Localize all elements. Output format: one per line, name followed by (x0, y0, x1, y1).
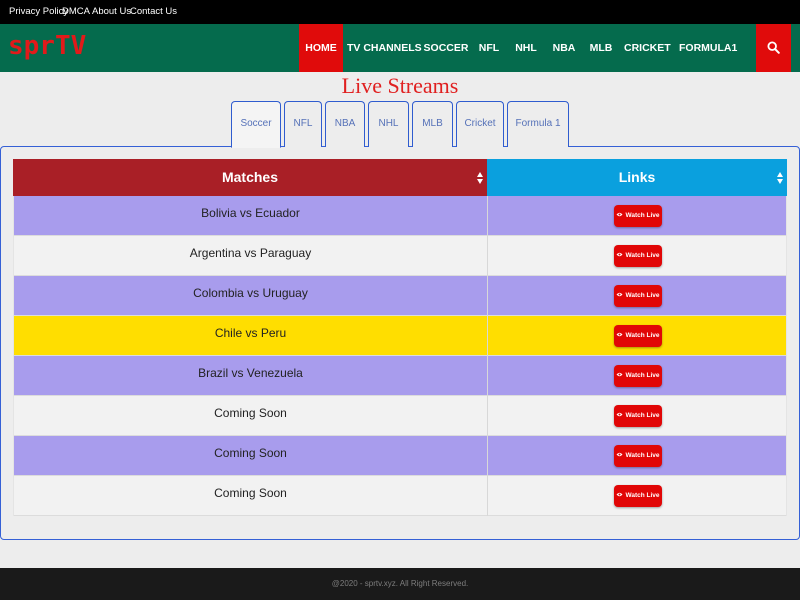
privacy-policy-link[interactable]: Privacy Policy (9, 0, 68, 24)
streams-table: Matches Links Bolivia vs Ecuador Watch Li… (13, 159, 787, 516)
link-cell: Watch Live (487, 276, 787, 316)
search-button[interactable] (756, 24, 791, 72)
tab-cricket[interactable]: Cricket (456, 101, 504, 147)
sort-icon (777, 172, 783, 184)
watch-live-label: Watch Live (625, 412, 660, 419)
nav-home[interactable]: HOME (299, 24, 343, 72)
tab-soccer[interactable]: Soccer (231, 101, 281, 148)
eye-icon (616, 293, 623, 297)
table-row: Coming Soon Watch Live (13, 476, 787, 516)
nav-mlb[interactable]: MLB (586, 24, 616, 72)
match-name: Brazil vs Venezuela (13, 356, 487, 396)
nav-cricket[interactable]: CRICKET (624, 24, 671, 72)
table-row: Coming Soon Watch Live (13, 436, 787, 476)
watch-live-button[interactable]: Watch Live (614, 405, 662, 427)
link-cell: Watch Live (487, 476, 787, 516)
nav-nba[interactable]: NBA (550, 24, 578, 72)
site-logo[interactable]: sprTV (8, 31, 86, 61)
link-cell: Watch Live (487, 436, 787, 476)
nav-nfl[interactable]: NFL (476, 24, 502, 72)
eye-icon (616, 373, 623, 377)
tab-nba[interactable]: NBA (325, 101, 365, 147)
match-name: Coming Soon (13, 396, 487, 436)
matches-header[interactable]: Matches (13, 159, 487, 196)
nav-tv-channels[interactable]: TV CHANNELS (347, 24, 422, 72)
eye-icon (616, 333, 623, 337)
tab-nfl[interactable]: NFL (284, 101, 322, 147)
table-row: Argentina vs Paraguay Watch Live (13, 236, 787, 276)
watch-live-button[interactable]: Watch Live (614, 325, 662, 347)
watch-live-label: Watch Live (625, 492, 660, 499)
table-body: Bolivia vs Ecuador Watch Live Argentina vs… (13, 196, 787, 516)
match-name: Coming Soon (13, 476, 487, 516)
dmca-link[interactable]: DMCA (62, 0, 90, 24)
table-row: Chile vs Peru Watch Live (13, 316, 787, 356)
link-cell: Watch Live (487, 356, 787, 396)
tab-formula1[interactable]: Formula 1 (507, 101, 569, 147)
match-name: Colombia vs Uruguay (13, 276, 487, 316)
link-cell: Watch Live (487, 316, 787, 356)
search-icon (767, 41, 780, 54)
watch-live-label: Watch Live (625, 332, 660, 339)
contact-us-link[interactable]: Contact Us (130, 0, 177, 24)
top-bar: Privacy Policy DMCA About Us Contact Us (0, 0, 800, 24)
eye-icon (616, 413, 623, 417)
match-name: Argentina vs Paraguay (13, 236, 487, 276)
main-navbar: sprTV HOME TV CHANNELS SOCCER NFL NHL NB… (0, 24, 800, 72)
table-row: Brazil vs Venezuela Watch Live (13, 356, 787, 396)
link-cell: Watch Live (487, 236, 787, 276)
match-name: Chile vs Peru (13, 316, 487, 356)
match-name: Coming Soon (13, 436, 487, 476)
table-row: Coming Soon Watch Live (13, 396, 787, 436)
eye-icon (616, 213, 623, 217)
watch-live-label: Watch Live (625, 212, 660, 219)
watch-live-button[interactable]: Watch Live (614, 445, 662, 467)
footer: @2020 - sprtv.xyz. All Right Reserved. (0, 568, 800, 600)
eye-icon (616, 493, 623, 497)
watch-live-button[interactable]: Watch Live (614, 365, 662, 387)
watch-live-button[interactable]: Watch Live (614, 285, 662, 307)
nav-nhl[interactable]: NHL (512, 24, 540, 72)
sort-icon (477, 172, 483, 184)
watch-live-button[interactable]: Watch Live (614, 485, 662, 507)
table-row: Colombia vs Uruguay Watch Live (13, 276, 787, 316)
page-title: Live Streams (341, 73, 459, 98)
sport-tabs: Soccer NFL NBA NHL MLB Cricket Formula 1 (0, 101, 800, 148)
matches-header-label: Matches (221, 169, 279, 185)
table-row: Bolivia vs Ecuador Watch Live (13, 196, 787, 236)
watch-live-label: Watch Live (625, 372, 660, 379)
watch-live-label: Watch Live (625, 452, 660, 459)
tab-nhl[interactable]: NHL (368, 101, 409, 147)
nav-soccer[interactable]: SOCCER (423, 24, 469, 72)
watch-live-label: Watch Live (625, 252, 660, 259)
watch-live-button[interactable]: Watch Live (614, 205, 662, 227)
about-us-link[interactable]: About Us (92, 0, 131, 24)
tab-mlb[interactable]: MLB (412, 101, 453, 147)
table-header: Matches Links (13, 159, 787, 196)
links-header[interactable]: Links (487, 159, 787, 196)
match-name: Bolivia vs Ecuador (13, 196, 487, 236)
eye-icon (616, 253, 623, 257)
link-cell: Watch Live (487, 196, 787, 236)
watch-live-label: Watch Live (625, 292, 660, 299)
link-cell: Watch Live (487, 396, 787, 436)
links-header-label: Links (618, 169, 656, 185)
nav-formula1[interactable]: FORMULA1 (679, 24, 737, 72)
eye-icon (616, 453, 623, 457)
watch-live-button[interactable]: Watch Live (614, 245, 662, 267)
